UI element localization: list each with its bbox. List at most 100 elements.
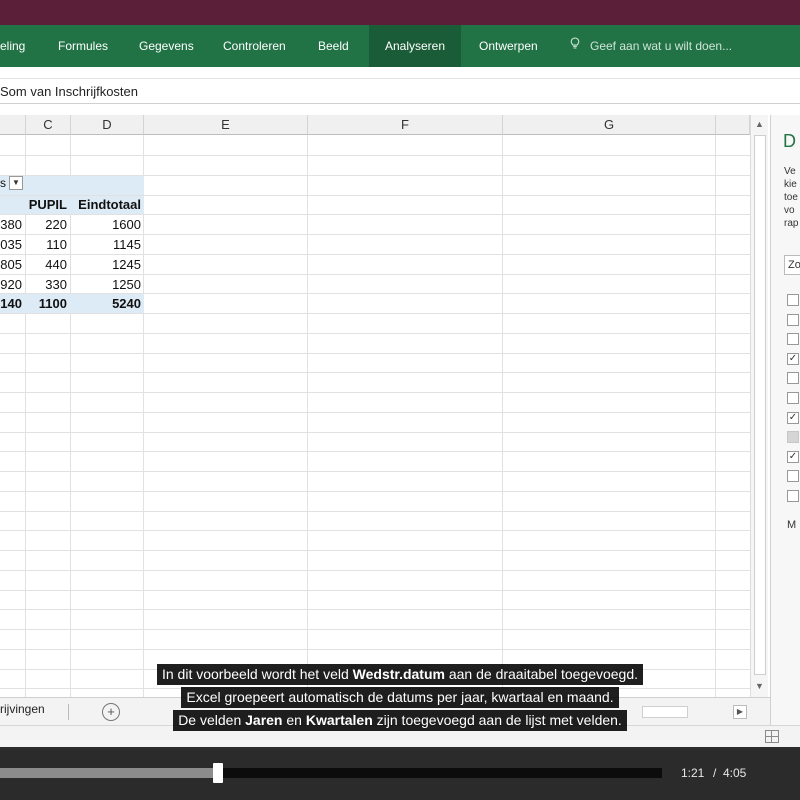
normal-view-icon[interactable] (765, 730, 779, 743)
scroll-up-icon[interactable]: ▲ (755, 119, 764, 129)
col-header-e[interactable]: E (144, 115, 308, 135)
col-header-h[interactable] (716, 115, 750, 135)
scroll-down-icon[interactable]: ▼ (755, 681, 764, 691)
field-checkbox[interactable]: ✓ (787, 353, 799, 365)
tab-beeld[interactable]: Beeld (318, 25, 349, 67)
gridline (0, 392, 750, 393)
tab-formules[interactable]: Formules (58, 25, 108, 67)
pivot-header-pupil[interactable]: PUPIL (26, 195, 67, 215)
lightbulb-icon (570, 25, 584, 67)
pivot-cell[interactable]: 805 (0, 255, 22, 275)
field-checkbox[interactable]: ✓ (787, 451, 799, 463)
pivot-cell[interactable]: 220 (26, 215, 67, 235)
col-header-c[interactable]: C (26, 115, 71, 135)
field-checkbox[interactable] (787, 431, 799, 443)
pivot-cell[interactable]: 1600 (71, 215, 141, 235)
gridline (0, 669, 750, 670)
gridline (0, 155, 750, 156)
gridline (0, 629, 750, 630)
col-header-g[interactable]: G (503, 115, 716, 135)
ribbon-tabs: eling Formules Gegevens Controleren Beel… (0, 25, 800, 67)
scrollbar-thumb[interactable] (754, 135, 766, 675)
sheet-tab-inschrijvingen[interactable]: rijvingen (0, 702, 45, 716)
worksheet-grid[interactable]: C D E F G s ▼ PUPIL Eindtotaal 380 220 1… (0, 115, 750, 697)
pivot-cell[interactable]: 110 (26, 235, 67, 255)
field-checkbox[interactable] (787, 294, 799, 306)
pivot-total-cell[interactable]: 5240 (71, 294, 141, 314)
gridline (0, 590, 750, 591)
pane-title: D (783, 131, 796, 151)
gridline (502, 135, 503, 697)
field-checkbox[interactable]: ✓ (787, 412, 799, 424)
gridline (0, 649, 750, 650)
gridline (0, 412, 750, 413)
field-checkbox[interactable] (787, 392, 799, 404)
gridline (0, 175, 750, 176)
pane-desc-line: Ve (784, 166, 796, 177)
filter-dropdown-icon[interactable]: ▼ (9, 176, 23, 190)
field-search-input[interactable]: Zo (784, 255, 800, 275)
gridline (0, 432, 750, 433)
field-checkbox[interactable] (787, 372, 799, 384)
status-bar (0, 725, 800, 747)
pivot-cell[interactable]: 380 (0, 215, 22, 235)
gridline (143, 135, 144, 697)
excel-video-screen: eling Formules Gegevens Controleren Beel… (0, 0, 800, 800)
pivot-cell[interactable]: 1145 (71, 235, 141, 255)
title-bar (0, 0, 800, 25)
pivot-total-cell[interactable]: 140 (0, 294, 22, 314)
pivot-header-eindtotaal[interactable]: Eindtotaal (71, 195, 141, 215)
col-header-b[interactable] (0, 115, 26, 135)
gridline (0, 550, 750, 551)
field-checkbox[interactable] (787, 490, 799, 502)
tab-ontwerpen[interactable]: Ontwerpen (479, 25, 538, 67)
gridline (0, 491, 750, 492)
vertical-scrollbar[interactable]: ▲ ▼ (750, 115, 768, 697)
pane-desc-line: toe (784, 192, 798, 203)
gridline (0, 570, 750, 571)
video-controls: 1:21 / 4:05 (0, 747, 800, 800)
tab-controleren[interactable]: Controleren (223, 25, 286, 67)
gridline (307, 135, 308, 697)
gridline (0, 530, 750, 531)
gridline (0, 451, 750, 452)
gridline (0, 511, 750, 512)
tab-divider (68, 704, 69, 720)
tab-eling[interactable]: eling (0, 25, 25, 67)
gridline (0, 688, 750, 689)
pivot-cell[interactable]: 330 (26, 275, 67, 295)
pane-desc-line: kie (784, 179, 797, 190)
field-checkbox[interactable] (787, 314, 799, 326)
gridline (0, 372, 750, 373)
horizontal-scrollbar[interactable] (642, 706, 688, 718)
add-sheet-icon[interactable]: + (102, 703, 120, 721)
pivot-cell[interactable]: 1245 (71, 255, 141, 275)
scroll-right-icon[interactable]: ▶ (733, 705, 747, 719)
tell-me-text: Geef aan wat u wilt doen... (590, 39, 733, 53)
pivot-cell[interactable]: 035 (0, 235, 22, 255)
pivot-fields-pane: D Ve kie toe vo rap Zo ✓ ✓ ✓ M (770, 115, 800, 745)
pivot-cell[interactable]: 1250 (71, 275, 141, 295)
pivot-label-fragment: s (0, 176, 6, 190)
field-checkbox[interactable] (787, 333, 799, 345)
progress-track[interactable] (0, 763, 662, 783)
col-header-d[interactable]: D (71, 115, 144, 135)
gridline (715, 135, 716, 697)
current-time: 1:21 (681, 766, 705, 780)
col-header-f[interactable]: F (308, 115, 503, 135)
progress-handle[interactable] (213, 763, 223, 783)
duration: 4:05 (723, 766, 747, 780)
formula-bar[interactable]: Som van Inschrijfkosten (0, 78, 800, 104)
gridline (0, 609, 750, 610)
pivot-cell[interactable]: 920 (0, 275, 22, 295)
gridline (0, 471, 750, 472)
pivot-cell[interactable]: 440 (26, 255, 67, 275)
tell-me-search[interactable]: Geef aan wat u wilt doen... (570, 25, 732, 67)
pivot-total-cell[interactable]: 1100 (26, 294, 67, 314)
pane-desc-line: vo (784, 205, 795, 216)
pane-description: Ve kie toe vo rap (784, 165, 800, 230)
field-checkbox[interactable] (787, 470, 799, 482)
tab-gegevens[interactable]: Gegevens (139, 25, 194, 67)
pane-desc-line: rap (784, 218, 799, 229)
tab-analyseren[interactable]: Analyseren (369, 25, 461, 67)
